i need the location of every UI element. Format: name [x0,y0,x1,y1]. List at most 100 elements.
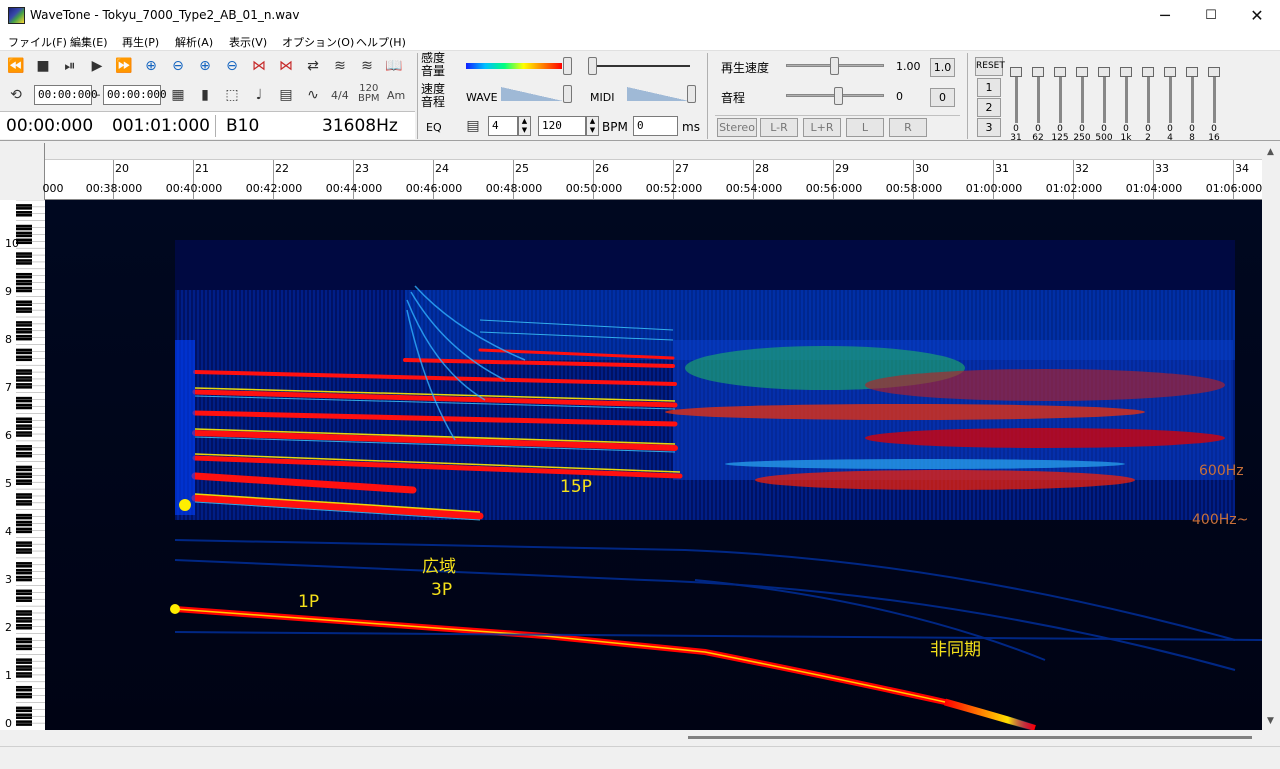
eq-reset-button[interactable]: RESET [975,57,1005,76]
eq-band-8k[interactable]: 08 [1184,59,1200,143]
loop-icon[interactable]: ⟲ [5,84,27,106]
time-ruler[interactable]: 20 21 22 23 24 25 26 27 28 29 30 31 32 33 34 000 00:38:0… [43,160,1262,200]
eq-band-1k[interactable]: 0 1k [1118,59,1134,143]
key-icon[interactable]: Am [387,89,405,102]
eq-band-500[interactable]: 0 500 [1095,59,1113,143]
title-bar: WaveTone - Tokyu_7000_Type2_AB_01_n.wav … [0,0,1280,31]
horizontal-scrollbar[interactable] [0,730,1280,746]
stop-icon[interactable]: ■ [32,55,54,77]
rewind-icon[interactable]: ⏪ [5,55,27,77]
zoom-in-horizontal-icon[interactable]: ⊕ [140,55,162,77]
swap-icon[interactable]: ⇄ [302,55,324,77]
maximize-button[interactable]: ☐ [1188,0,1234,31]
eq-band-label: 500 [1095,133,1113,143]
wave-volume-thumb[interactable] [563,85,572,103]
layout-icon[interactable]: ▦ [167,84,189,106]
time-label: 00:48:000 [485,182,543,195]
color-slider-thumb[interactable] [563,57,572,75]
eq-preset-2-button[interactable]: 2 [977,98,1001,117]
piano-keyboard[interactable]: 10 9 8 7 6 5 4 3 2 1 0 [0,199,45,730]
bar-label: 32 [1075,162,1089,175]
midi-volume-ramp [627,87,689,101]
pitch-reset-button[interactable]: 0 [930,88,955,107]
grid-lines-icon[interactable]: ▤ [462,115,484,137]
fast-forward-icon[interactable]: ⏩ [113,55,135,77]
play-icon[interactable]: ▶ [86,55,108,77]
horizontal-scroll-thumb[interactable] [688,736,1252,739]
book-icon[interactable]: 📖 [383,55,405,77]
menu-play[interactable]: 再生(P) [122,34,159,50]
octave-label: 5 [5,477,12,490]
octave-label: 3 [5,573,12,586]
bpm-spinner[interactable]: ▲ ▼ [586,116,599,136]
eq-band-250[interactable]: 0 250 [1073,59,1091,143]
bpm-icon[interactable]: 120 BPM [358,84,380,104]
l-plus-r-button[interactable]: L+R [803,118,841,137]
time-label: 00:44:000 [325,182,383,195]
beats-field[interactable]: 4 [488,116,518,136]
eq-band-31[interactable]: 0 31 [1008,59,1024,143]
scroll-down-icon[interactable]: ▼ [1267,716,1274,726]
zoom-in-vertical-icon[interactable]: ⊕ [194,55,216,77]
time-label: 00:54:000 [725,182,783,195]
bar-label: 21 [195,162,209,175]
menu-options[interactable]: オプション(O) [282,34,354,50]
wave-label: WAVE [466,91,498,104]
eq-band-4k[interactable]: 04 [1162,59,1178,143]
eq-band-16k[interactable]: 0 16 [1206,59,1222,143]
menu-file[interactable]: ファイル(F) [8,34,67,50]
eq-band-125[interactable]: 0 125 [1051,59,1069,143]
spectrum-icon[interactable]: ≋ [356,55,378,77]
left-channel-button[interactable]: L [846,118,884,137]
offset-field[interactable]: 0 [633,116,678,136]
octave-label: 0 [5,717,12,730]
zoom-out-vertical-icon[interactable]: ⊖ [221,55,243,77]
app-icon [8,7,25,24]
time-label: 00:46:000 [405,182,463,195]
menu-view[interactable]: 表示(V) [229,34,267,50]
close-button[interactable]: ✕ [1234,0,1280,31]
contrast-slider-thumb[interactable] [588,57,597,75]
scroll-up-icon[interactable]: ▲ [1267,147,1274,157]
toolbar: ⏪ ■ ⏯ ▶ ⏩ ⊕ ⊖ ⊕ ⊖ ⋈ ⋈ ⇄ ≋ ≋ 📖 ⟲ 00:00:00… [0,51,1280,143]
midi-volume-thumb[interactable] [687,85,696,103]
menu-edit[interactable]: 編集(E) [70,34,108,50]
annotation-600hz: 600Hz [1199,463,1244,479]
menu-help[interactable]: ヘルプ(H) [356,34,406,50]
bpm-field[interactable]: 120 [538,116,586,136]
l-minus-r-button[interactable]: L-R [760,118,798,137]
annotation-hidouki: 非同期 [930,640,981,660]
shrink-icon[interactable]: ⋈ [275,55,297,77]
vertical-scrollbar[interactable]: ▲ ▼ [1262,143,1280,730]
playback-speed-reset-button[interactable]: 1.0 [930,58,955,77]
beats-spinner[interactable]: ▲ ▼ [518,116,531,136]
grid-icon[interactable]: ▤ [275,84,297,106]
minimize-button[interactable]: ─ [1142,0,1188,31]
select-icon[interactable]: ⬚ [221,84,243,106]
pitch-thumb[interactable] [834,87,843,105]
waveform-icon[interactable]: ≋ [329,55,351,77]
eq-band-label: 31 [1010,133,1022,143]
time-signature-icon[interactable]: 4/4 [331,89,349,102]
loop-start-field[interactable]: 00:00:000 [34,85,98,105]
bar-label: 22 [275,162,289,175]
octave-label: 9 [5,285,12,298]
expand-icon[interactable]: ⋈ [248,55,270,77]
pause-icon[interactable]: ⏯ [59,55,81,77]
note-icon[interactable]: ♩ [248,84,270,106]
time-label: 00:56:000 [805,182,863,195]
playback-speed-thumb[interactable] [830,57,839,75]
zoom-out-horizontal-icon[interactable]: ⊖ [167,55,189,77]
eq-preset-3-button[interactable]: 3 [977,118,1001,137]
spectrogram-view[interactable]: 1P 広域 3P 15P 非同期 600Hz 400Hz~ [45,200,1262,730]
eq-preset-1-button[interactable]: 1 [977,78,1001,97]
stereo-button[interactable]: Stereo [717,118,757,137]
right-channel-button[interactable]: R [889,118,927,137]
eq-band-2k[interactable]: 02 [1140,59,1156,143]
curve-icon[interactable]: ∿ [302,84,324,106]
pitch-label: 音程 [721,91,746,105]
eraser-icon[interactable]: ▮ [194,84,216,106]
loop-end-field[interactable]: 00:00:000 [103,85,167,105]
menu-analyze[interactable]: 解析(A) [175,34,213,50]
eq-band-62[interactable]: 0 62 [1030,59,1046,143]
